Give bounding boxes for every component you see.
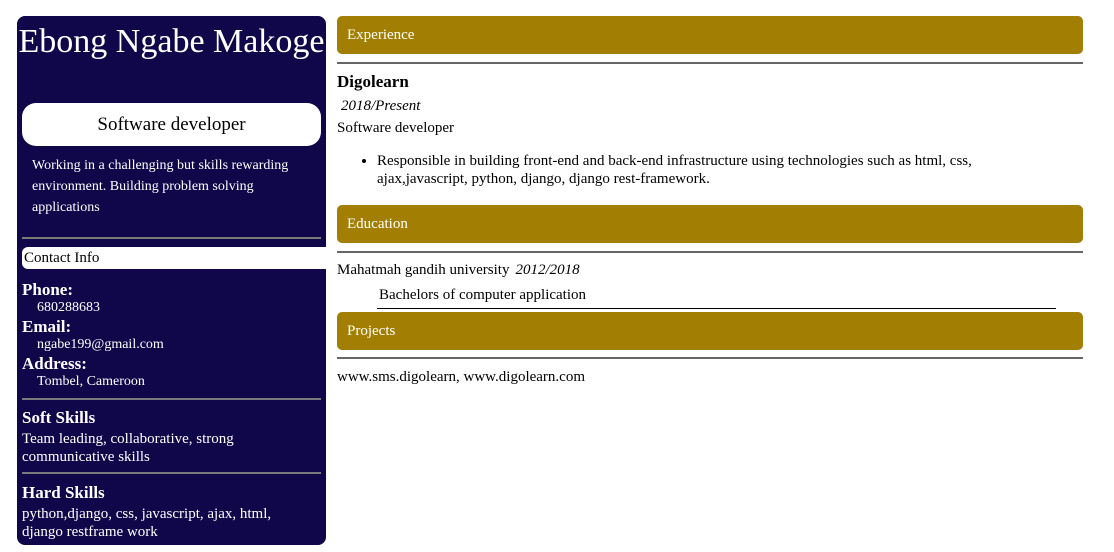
email-value[interactable]: ngabe199@gmail.com <box>37 337 164 353</box>
projects-links[interactable]: www.sms.digolearn, www.digolearn.com <box>337 368 585 386</box>
address-value: Tombel, Cameroon <box>37 374 145 389</box>
hard-skills-heading: Hard Skills <box>22 483 105 502</box>
phone-value: 680288683 <box>37 300 100 315</box>
experience-heading: Experience <box>337 16 1083 54</box>
sidebar: Ebong Ngabe Makoge Software developer Wo… <box>17 16 326 545</box>
sidebar-divider <box>22 237 321 239</box>
education-heading: Education <box>337 205 1083 243</box>
experience-role: Software developer <box>337 120 455 136</box>
sidebar-divider <box>22 398 321 400</box>
education-institution: Mahatmah gandih university <box>337 262 510 278</box>
hard-skills-text: python,django, css, javascript, ajax, ht… <box>22 506 272 540</box>
responsibility-item: Responsible in building front-end and ba… <box>377 152 1037 188</box>
address-label: Address: <box>22 354 87 373</box>
phone-label: Phone: <box>22 280 73 299</box>
section-divider <box>337 251 1083 253</box>
soft-skills-text: Team leading, collaborative, strong comm… <box>22 431 234 465</box>
contact-info-heading: Contact Info <box>22 247 326 269</box>
profile-name: Ebong Ngabe Makoge <box>18 23 325 60</box>
profile-summary: Working in a challenging but skills rewa… <box>32 158 289 215</box>
projects-heading: Projects <box>337 312 1083 350</box>
profile-title: Software developer <box>22 103 321 146</box>
section-divider <box>337 62 1083 64</box>
education-degree: Bachelors of computer application <box>377 286 1056 309</box>
email-label: Email: <box>22 317 72 336</box>
section-divider <box>337 357 1083 359</box>
experience-company: Digolearn <box>337 72 409 91</box>
responsibilities-list: Responsible in building front-end and ba… <box>337 152 1037 188</box>
experience-period: 2018/Present <box>341 98 421 114</box>
soft-skills-heading: Soft Skills <box>22 408 96 427</box>
education-entry: Mahatmah gandih university 2012/2018 <box>337 261 580 279</box>
education-period: 2012/2018 <box>515 262 580 278</box>
sidebar-divider <box>22 472 321 474</box>
